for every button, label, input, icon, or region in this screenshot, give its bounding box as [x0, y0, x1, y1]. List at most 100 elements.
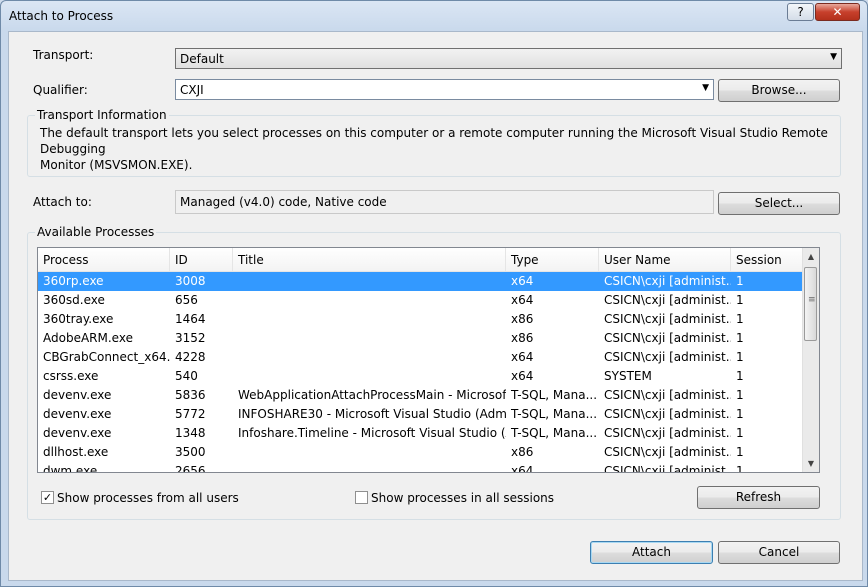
- close-button[interactable]: ✕: [815, 3, 860, 21]
- transport-information-text: The default transport lets you select pr…: [40, 125, 836, 173]
- select-button[interactable]: Select...: [718, 192, 840, 215]
- transport-information-line-1: The default transport lets you select pr…: [40, 126, 828, 156]
- table-row[interactable]: devenv.exe 5836 WebApplicationAttachProces…: [38, 386, 803, 405]
- cell-session: 1: [736, 464, 744, 473]
- cell-type: x86: [511, 312, 534, 326]
- table-row[interactable]: 360tray.exe 1464 x86 CSICN\cxji [administ..…: [38, 310, 803, 329]
- table-row[interactable]: CBGrabConnect_x64.... 4228 x64 CSICN\cxji […: [38, 348, 803, 367]
- cell-session: 1: [736, 388, 744, 402]
- cell-process: devenv.exe: [43, 388, 112, 402]
- qualifier-value: CXJI: [180, 83, 204, 97]
- process-list[interactable]: Process ID Title Type User Name Session …: [37, 247, 820, 473]
- attach-to-process-window: Attach to Process ? ✕ Transport: Default…: [0, 0, 868, 587]
- cell-type: x64: [511, 464, 534, 473]
- cell-user-name: CSICN\cxji [administ...: [604, 312, 731, 326]
- process-list-header: Process ID Title Type User Name Session: [38, 248, 803, 272]
- cell-session: 1: [736, 312, 744, 326]
- scroll-up-arrow-icon[interactable]: ▲: [803, 248, 819, 265]
- qualifier-label: Qualifier:: [33, 83, 88, 97]
- transport-dropdown[interactable]: Default ▼: [175, 48, 842, 69]
- cell-title: [233, 367, 506, 386]
- cell-user-name: CSICN\cxji [administ...: [604, 274, 731, 288]
- cell-user-name: CSICN\cxji [administ...: [604, 464, 731, 473]
- column-type[interactable]: Type: [506, 248, 599, 271]
- cell-title: [233, 291, 506, 310]
- cell-id: 1464: [175, 312, 206, 326]
- table-row[interactable]: dwm.exe 2656 x64 CSICN\cxji [administ... 1: [38, 462, 803, 473]
- column-id[interactable]: ID: [170, 248, 233, 271]
- cell-type: x64: [511, 369, 534, 383]
- scroll-down-arrow-icon[interactable]: ▼: [803, 455, 819, 472]
- cell-user-name: CSICN\cxji [administ...: [604, 426, 731, 440]
- table-row[interactable]: AdobeARM.exe 3152 x86 CSICN\cxji [administ.…: [38, 329, 803, 348]
- show-all-users-label[interactable]: Show processes from all users: [57, 491, 239, 505]
- cell-session: 1: [736, 350, 744, 364]
- available-processes-title: Available Processes: [35, 225, 157, 239]
- refresh-button[interactable]: Refresh: [697, 486, 820, 509]
- table-row[interactable]: csrss.exe 540 x64 SYSTEM 1: [38, 367, 803, 386]
- attach-to-field: Managed (v4.0) code, Native code: [175, 190, 714, 214]
- cell-user-name: CSICN\cxji [administ...: [604, 293, 731, 307]
- cell-process: devenv.exe: [43, 407, 112, 421]
- attach-to-value: Managed (v4.0) code, Native code: [180, 195, 387, 209]
- browse-button[interactable]: Browse...: [718, 79, 840, 102]
- cell-id: 1348: [175, 426, 206, 440]
- cell-session: 1: [736, 369, 744, 383]
- cell-process: dwm.exe: [43, 464, 98, 473]
- cell-title: INFOSHARE30 - Microsoft Visual Studio (A…: [238, 407, 506, 421]
- cell-user-name: CSICN\cxji [administ...: [604, 388, 731, 402]
- cell-user-name: CSICN\cxji [administ...: [604, 407, 731, 421]
- cell-title: [233, 462, 506, 472]
- title-bar[interactable]: Attach to Process ? ✕: [1, 1, 867, 31]
- attach-button[interactable]: Attach: [590, 541, 713, 564]
- cell-title: [233, 443, 506, 462]
- column-title[interactable]: Title: [233, 248, 506, 271]
- cell-id: 2656: [175, 464, 206, 473]
- column-process[interactable]: Process: [38, 248, 170, 271]
- scrollbar-thumb[interactable]: ≡: [804, 267, 817, 341]
- cell-type: x86: [511, 331, 534, 345]
- cell-user-name: CSICN\cxji [administ...: [604, 331, 731, 345]
- show-all-sessions-checkbox[interactable]: [355, 491, 368, 504]
- cell-session: 1: [736, 426, 744, 440]
- window-title: Attach to Process: [9, 9, 114, 23]
- cell-type: x64: [511, 274, 534, 288]
- column-session[interactable]: Session: [731, 248, 803, 271]
- cell-session: 1: [736, 293, 744, 307]
- cell-id: 3500: [175, 445, 206, 459]
- process-list-scrollbar[interactable]: ▲ ≡ ▼: [802, 248, 819, 472]
- cell-id: 540: [175, 369, 198, 383]
- table-row[interactable]: 360sd.exe 656 x64 CSICN\cxji [administ... 1: [38, 291, 803, 310]
- table-row[interactable]: devenv.exe 1348 Infoshare.Timeline - Micro…: [38, 424, 803, 443]
- column-user-name[interactable]: User Name: [599, 248, 731, 271]
- chevron-down-icon: ▼: [830, 52, 837, 62]
- cell-title: [233, 310, 506, 329]
- cell-process: 360sd.exe: [43, 293, 105, 307]
- qualifier-combobox[interactable]: CXJI ▼: [175, 79, 714, 100]
- chevron-down-icon[interactable]: ▼: [702, 83, 709, 93]
- show-all-sessions-label[interactable]: Show processes in all sessions: [371, 491, 554, 505]
- checkmark-icon: ✓: [42, 491, 53, 504]
- cell-user-name: CSICN\cxji [administ...: [604, 445, 731, 459]
- dialog-body: Transport: Default ▼ Qualifier: CXJI ▼ B…: [8, 31, 863, 581]
- cell-title: [233, 272, 506, 291]
- help-button[interactable]: ?: [787, 3, 814, 21]
- cancel-button[interactable]: Cancel: [718, 541, 840, 564]
- cell-session: 1: [736, 445, 744, 459]
- cell-type: x86: [511, 445, 534, 459]
- cell-title: [233, 348, 506, 367]
- transport-information-title: Transport Information: [35, 108, 169, 122]
- cell-type: x64: [511, 350, 534, 364]
- cell-user-name: SYSTEM: [604, 369, 652, 383]
- cell-id: 3008: [175, 274, 206, 288]
- cell-type: T-SQL, Mana...: [511, 407, 598, 421]
- table-row[interactable]: dllhost.exe 3500 x86 CSICN\cxji [administ..…: [38, 443, 803, 462]
- table-row[interactable]: devenv.exe 5772 INFOSHARE30 - Microsoft Vi…: [38, 405, 803, 424]
- cell-process: AdobeARM.exe: [43, 331, 133, 345]
- show-all-users-checkbox[interactable]: ✓: [41, 491, 54, 504]
- cell-type: x64: [511, 293, 534, 307]
- cell-session: 1: [736, 407, 744, 421]
- cell-process: 360rp.exe: [43, 274, 104, 288]
- attach-to-label: Attach to:: [33, 195, 92, 209]
- table-row[interactable]: 360rp.exe 3008 x64 CSICN\cxji [administ... 1: [38, 272, 803, 291]
